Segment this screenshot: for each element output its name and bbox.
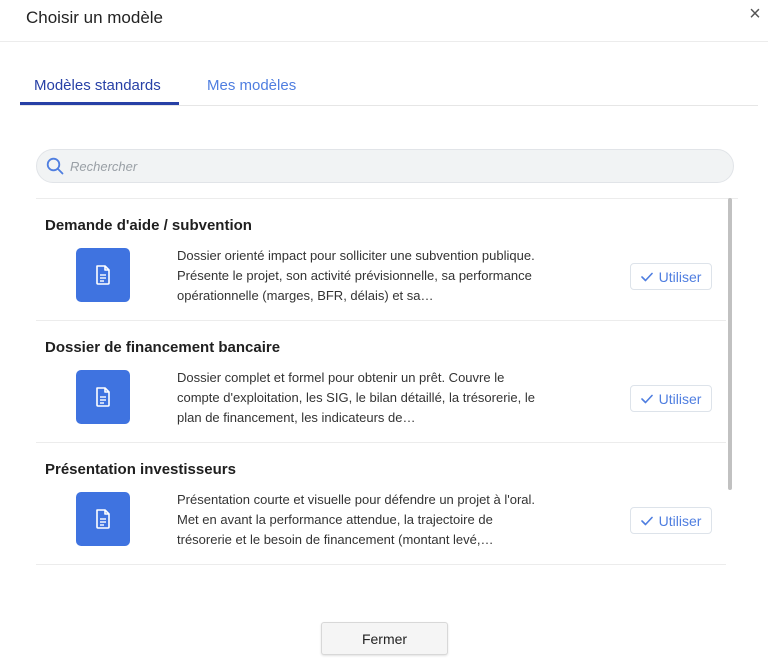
template-title: Dossier de financement bancaire — [45, 339, 281, 356]
close-button[interactable]: Fermer — [321, 622, 448, 655]
use-template-button[interactable]: Utiliser — [630, 385, 712, 412]
document-icon — [76, 492, 130, 546]
close-icon[interactable]: × — [745, 4, 765, 24]
template-title: Présentation investisseurs — [45, 461, 236, 478]
check-icon — [640, 516, 653, 525]
tab-my-templates[interactable]: Mes modèles — [207, 77, 296, 94]
template-description: Présentation courte et visuelle pour déf… — [177, 492, 536, 547]
scrollbar-thumb[interactable] — [728, 198, 732, 490]
document-icon — [76, 370, 130, 424]
template-item: Présentation investisseurs Présentation c… — [36, 443, 726, 565]
template-item: Demande d'aide / subvention Dossier orien… — [36, 199, 726, 321]
search-input[interactable] — [70, 150, 720, 182]
template-picker-dialog: Choisir un modèle × Modèles standards Me… — [0, 0, 768, 663]
template-item: Dossier de financement bancaire Dossier c… — [36, 321, 726, 443]
dialog-title: Choisir un modèle — [26, 8, 164, 27]
search-bar — [36, 149, 734, 183]
template-description: Dossier complet et formel pour obtenir u… — [177, 370, 536, 425]
template-description: Dossier orienté impact pour solliciter u… — [177, 248, 535, 303]
template-list: Demande d'aide / subvention Dossier orien… — [36, 198, 738, 586]
use-template-button[interactable]: Utiliser — [630, 263, 712, 290]
scrollbar[interactable] — [728, 198, 734, 586]
check-icon — [640, 394, 653, 403]
check-icon — [640, 272, 653, 281]
active-tab-indicator — [20, 102, 179, 105]
search-icon — [46, 157, 64, 175]
use-template-label: Utiliser — [658, 390, 702, 407]
dialog-header: Choisir un modèle × — [0, 0, 768, 42]
template-item — [36, 565, 726, 586]
document-icon — [76, 248, 130, 302]
template-title: Demande d'aide / subvention — [45, 217, 252, 234]
tab-standard-templates[interactable]: Modèles standards — [34, 77, 161, 94]
tab-bar: Modèles standards Mes modèles — [20, 68, 758, 106]
use-template-button[interactable]: Utiliser — [630, 507, 712, 534]
use-template-label: Utiliser — [658, 512, 702, 529]
use-template-label: Utiliser — [658, 268, 702, 285]
